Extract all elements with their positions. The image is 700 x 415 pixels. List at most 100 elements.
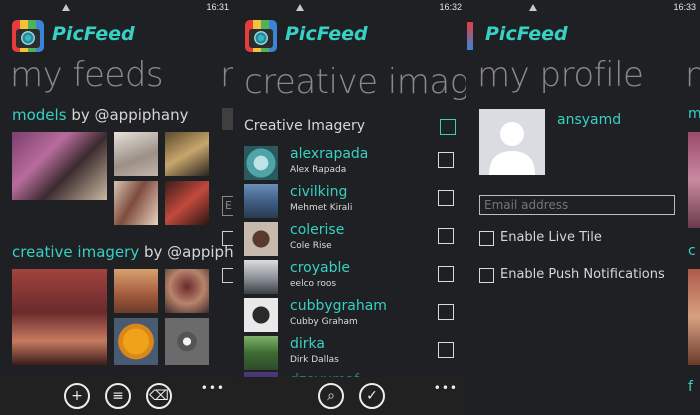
signal-icon — [62, 4, 70, 11]
list-item[interactable]: civilking Mehmet Kirali — [244, 184, 456, 220]
peek-label: m — [688, 106, 700, 122]
peek-label: c — [688, 243, 696, 259]
row-checkbox[interactable] — [438, 266, 454, 282]
delete-icon: ⌫ — [149, 388, 169, 404]
screen-creative-image: 16:32 PicFeed creative image Creative Im… — [234, 0, 466, 415]
app-brand: PicFeed — [485, 23, 568, 45]
row-checkbox[interactable] — [438, 304, 454, 320]
app-logo-icon — [245, 20, 277, 52]
status-bar: 16:32 — [234, 0, 466, 14]
check-icon: ✓ — [366, 388, 378, 404]
peek-image — [688, 269, 700, 365]
page-title: creative image — [244, 62, 466, 102]
feed-photo[interactable] — [165, 318, 209, 365]
feed-photo[interactable] — [114, 132, 158, 176]
next-screen-peek: r — [220, 55, 233, 95]
add-button[interactable]: + — [64, 383, 90, 409]
feed-photo[interactable] — [165, 269, 209, 313]
list-item[interactable]: alexrapada Alex Rapada — [244, 146, 456, 182]
screen-my-profile: 16:33 PicFeed my profile ansyamd Enable … — [467, 0, 700, 415]
plus-icon: + — [71, 388, 83, 404]
app-brand: PicFeed — [285, 23, 368, 45]
list-item[interactable]: croyable eelco roos — [244, 260, 456, 296]
fullname: Cubby Graham — [290, 317, 358, 327]
fullname: Alex Rapada — [290, 165, 347, 175]
app-brand: PicFeed — [52, 23, 135, 45]
email-field[interactable] — [479, 195, 675, 215]
person-icon — [489, 122, 535, 175]
peek-checkbox — [222, 231, 233, 246]
clock: 16:33 — [673, 2, 696, 12]
filter-icon: ≡ — [112, 388, 124, 404]
list-item[interactable]: colerise Cole Rise — [244, 222, 456, 258]
list-item[interactable]: cubbygraham Cubby Graham — [244, 298, 456, 334]
status-bar: 16:33 — [467, 0, 700, 14]
row-checkbox[interactable] — [438, 190, 454, 206]
list-item[interactable]: dirka Dirk Dallas — [244, 336, 456, 372]
signal-icon — [529, 4, 537, 11]
app-bar: + ≡ ⌫ ••• — [0, 377, 233, 415]
more-menu-icon[interactable]: ••• — [434, 381, 458, 395]
push-label: Enable Push Notifications — [500, 267, 665, 282]
app-bar: ⌕ ✓ ••• — [234, 377, 466, 415]
row-checkbox[interactable] — [438, 152, 454, 168]
avatar — [244, 298, 278, 332]
feed-photo[interactable] — [114, 318, 158, 365]
search-button[interactable]: ⌕ — [318, 383, 344, 409]
app-logo-icon — [467, 22, 473, 50]
delete-button[interactable]: ⌫ — [146, 383, 172, 409]
feed-photo[interactable] — [12, 132, 107, 200]
status-bar: 16:31 — [0, 0, 233, 14]
feed-author: by @appiphany — [71, 106, 189, 124]
peek-field: E — [222, 196, 233, 216]
username: cubbygraham — [290, 298, 387, 314]
feed-photo[interactable] — [165, 132, 209, 176]
fullname: Dirk Dallas — [290, 355, 339, 365]
push-checkbox[interactable] — [479, 268, 494, 283]
next-screen-peek: m — [685, 55, 700, 95]
more-menu-icon[interactable]: ••• — [201, 381, 225, 395]
avatar — [244, 222, 278, 256]
profile-username: ansyamd — [557, 112, 622, 128]
fullname: eelco roos — [290, 279, 337, 289]
screen-my-feeds: 16:31 PicFeed my feeds models by @appiph… — [0, 0, 233, 415]
screenshot-strip: 16:31 PicFeed my feeds models by @appiph… — [0, 0, 700, 415]
page-title: my feeds — [10, 55, 164, 95]
avatar — [244, 260, 278, 294]
peek-image — [688, 132, 700, 228]
username: colerise — [290, 222, 345, 238]
row-checkbox[interactable] — [438, 342, 454, 358]
feed-photo[interactable] — [114, 269, 158, 313]
feed-author: by @appipha — [143, 243, 233, 261]
avatar — [244, 146, 278, 180]
feed-name[interactable]: models — [12, 106, 67, 124]
app-logo-icon — [12, 20, 44, 52]
feed-header-models[interactable]: models by @appiphany — [12, 106, 189, 124]
clock: 16:32 — [439, 2, 462, 12]
feed-photo[interactable] — [114, 181, 158, 225]
peek-image — [222, 108, 233, 130]
live-tile-label: Enable Live Tile — [500, 230, 602, 245]
fullname: Cole Rise — [290, 241, 332, 251]
username: civilking — [290, 184, 348, 200]
signal-icon — [296, 4, 304, 11]
clock: 16:31 — [206, 2, 229, 12]
feed-photo[interactable] — [165, 181, 209, 225]
profile-avatar[interactable] — [479, 109, 545, 175]
select-all-checkbox[interactable] — [440, 119, 456, 135]
peek-field-text: E — [225, 199, 232, 212]
row-checkbox[interactable] — [438, 228, 454, 244]
feed-photo[interactable] — [12, 269, 107, 365]
avatar — [244, 336, 278, 370]
username: alexrapada — [290, 146, 369, 162]
feed-name[interactable]: creative imagery — [12, 243, 139, 261]
username: croyable — [290, 260, 350, 276]
search-icon: ⌕ — [327, 388, 335, 404]
live-tile-checkbox[interactable] — [479, 231, 494, 246]
username: dirka — [290, 336, 325, 352]
list-header: Creative Imagery — [244, 118, 366, 134]
filter-button[interactable]: ≡ — [105, 383, 131, 409]
peek-checkbox — [222, 268, 233, 283]
confirm-button[interactable]: ✓ — [359, 383, 385, 409]
feed-header-creative[interactable]: creative imagery by @appipha — [12, 243, 233, 261]
